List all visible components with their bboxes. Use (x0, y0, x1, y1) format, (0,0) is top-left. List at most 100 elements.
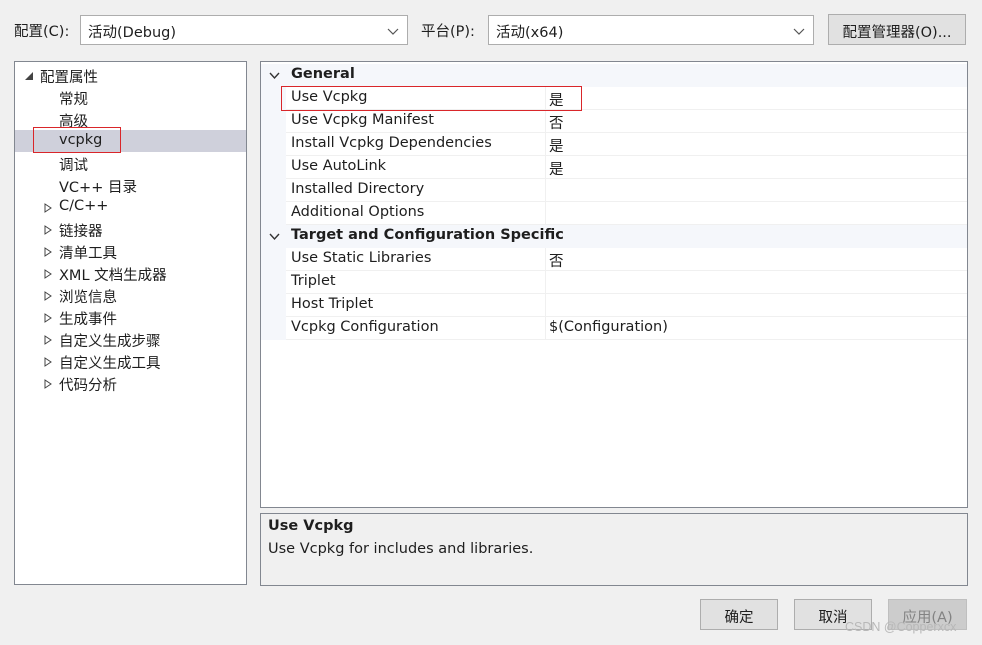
row-gutter (261, 248, 286, 271)
property-row[interactable]: Vcpkg Configuration $(Configuration) (261, 317, 967, 340)
watermark: CSDN @Copperxcx (845, 620, 957, 634)
platform-label: 平台(P): (421, 24, 475, 40)
grid-category[interactable]: Target and Configuration Specific (261, 225, 967, 248)
config-toolbar: 配置(C): 活动(Debug) 平台(P): 活动(x64) 配置管理器(O)… (0, 0, 982, 60)
tree-item-label: 调试 (59, 158, 88, 174)
tree-item-label: XML 文档生成器 (59, 268, 167, 284)
property-value[interactable]: 是 (545, 156, 967, 179)
property-name: Additional Options (286, 202, 545, 225)
tree-item-label: 自定义生成工具 (59, 356, 161, 372)
tree-item-3[interactable]: 调试 (15, 152, 246, 174)
tree-item-9[interactable]: 浏览信息 (15, 284, 246, 306)
property-row[interactable]: Host Triplet (261, 294, 967, 317)
tree-item-7[interactable]: 清单工具 (15, 240, 246, 262)
property-row[interactable]: Install Vcpkg Dependencies 是 (261, 133, 967, 156)
property-row[interactable]: Use Static Libraries 否 (261, 248, 967, 271)
chevron-down-icon (793, 28, 805, 35)
row-gutter (261, 294, 286, 317)
tree-item-13[interactable]: 代码分析 (15, 372, 246, 394)
property-value[interactable] (545, 179, 967, 202)
property-row[interactable]: Installed Directory (261, 179, 967, 202)
grid-category-name: Target and Configuration Specific (291, 227, 564, 243)
row-gutter (261, 179, 286, 202)
property-name: Install Vcpkg Dependencies (286, 133, 545, 156)
tree-item-label: 链接器 (59, 224, 103, 240)
property-grid: General Use Vcpkg 是 Use Vcpkg Manifest 否 Inst… (260, 61, 968, 508)
property-name: Vcpkg Configuration (286, 317, 545, 340)
tree-item-10[interactable]: 生成事件 (15, 306, 246, 328)
row-gutter (261, 156, 286, 179)
tree-item-1[interactable]: 高级 (15, 108, 246, 130)
chevron-down-icon[interactable] (269, 71, 280, 80)
property-value[interactable]: 否 (545, 110, 967, 133)
tree-item-label: VC++ 目录 (59, 180, 137, 196)
tree-item-label: 代码分析 (59, 378, 117, 394)
tree-item-label: 生成事件 (59, 312, 117, 328)
tree-item-label: 常规 (59, 92, 88, 108)
property-value[interactable]: 是 (545, 133, 967, 156)
collapsed-triangle-icon[interactable] (43, 357, 53, 367)
platform-dropdown-value: 活动(x64) (496, 25, 564, 41)
property-name: Installed Directory (286, 179, 545, 202)
row-gutter (261, 317, 286, 340)
description-pane: Use Vcpkg Use Vcpkg for includes and lib… (260, 513, 968, 586)
property-name: Use Vcpkg (286, 87, 545, 110)
collapsed-triangle-icon[interactable] (43, 291, 53, 301)
platform-dropdown[interactable]: 活动(x64) (488, 15, 814, 45)
property-name: Triplet (286, 271, 545, 294)
config-dropdown[interactable]: 活动(Debug) (80, 15, 408, 45)
ok-button[interactable]: 确定 (700, 599, 778, 630)
grid-category[interactable]: General (261, 64, 967, 87)
config-manager-button[interactable]: 配置管理器(O)... (828, 14, 966, 45)
property-row[interactable]: Additional Options (261, 202, 967, 225)
tree-root-node[interactable]: 配置属性 (15, 64, 246, 86)
tree-item-0[interactable]: 常规 (15, 86, 246, 108)
property-value[interactable]: 否 (545, 248, 967, 271)
tree-item-label: 清单工具 (59, 246, 117, 262)
description-title: Use Vcpkg (268, 518, 354, 534)
property-row[interactable]: Use Vcpkg Manifest 否 (261, 110, 967, 133)
property-value[interactable]: $(Configuration) (545, 317, 967, 340)
tree-item-vcpkg[interactable]: vcpkg (15, 130, 246, 152)
collapsed-triangle-icon[interactable] (43, 313, 53, 323)
row-gutter (261, 87, 286, 110)
tree-item-label: 自定义生成步骤 (59, 334, 161, 350)
chevron-down-icon (387, 28, 399, 35)
tree-item-c-c[interactable]: C/C++ (15, 196, 246, 218)
tree-item-6[interactable]: 链接器 (15, 218, 246, 240)
tree-item-label: 浏览信息 (59, 290, 117, 306)
collapsed-triangle-icon[interactable] (43, 225, 53, 235)
tree-item-vc[interactable]: VC++ 目录 (15, 174, 246, 196)
property-row[interactable]: Use AutoLink 是 (261, 156, 967, 179)
tree-item-label: 高级 (59, 114, 88, 130)
collapsed-triangle-icon[interactable] (43, 335, 53, 345)
property-name: Use Static Libraries (286, 248, 545, 271)
property-value[interactable] (545, 294, 967, 317)
collapsed-triangle-icon[interactable] (43, 379, 53, 389)
collapsed-triangle-icon[interactable] (43, 269, 53, 279)
collapsed-triangle-icon[interactable] (43, 203, 53, 213)
row-gutter (261, 110, 286, 133)
grid-category-name: General (291, 66, 355, 82)
property-name: Use AutoLink (286, 156, 545, 179)
expanded-triangle-icon[interactable] (24, 71, 34, 81)
tree-item-label: C/C++ (59, 198, 109, 214)
config-label: 配置(C): (14, 24, 70, 40)
tree-item-xml[interactable]: XML 文档生成器 (15, 262, 246, 284)
chevron-down-icon[interactable] (269, 232, 280, 241)
tree-item-label: vcpkg (59, 132, 103, 148)
property-row[interactable]: Use Vcpkg 是 (261, 87, 967, 110)
property-name: Host Triplet (286, 294, 545, 317)
tree-item-11[interactable]: 自定义生成步骤 (15, 328, 246, 350)
tree-root-label: 配置属性 (40, 70, 98, 86)
property-value[interactable]: 是 (545, 87, 967, 110)
property-row[interactable]: Triplet (261, 271, 967, 294)
row-gutter (261, 271, 286, 294)
tree-item-12[interactable]: 自定义生成工具 (15, 350, 246, 372)
collapsed-triangle-icon[interactable] (43, 247, 53, 257)
property-tree: 配置属性 常规高级 vcpkg 调试 VC++ 目录 C/C++ 链接器清单工具 XML 文… (14, 61, 247, 585)
property-value[interactable] (545, 202, 967, 225)
description-text: Use Vcpkg for includes and libraries. (268, 541, 534, 557)
row-gutter (261, 133, 286, 156)
property-value[interactable] (545, 271, 967, 294)
